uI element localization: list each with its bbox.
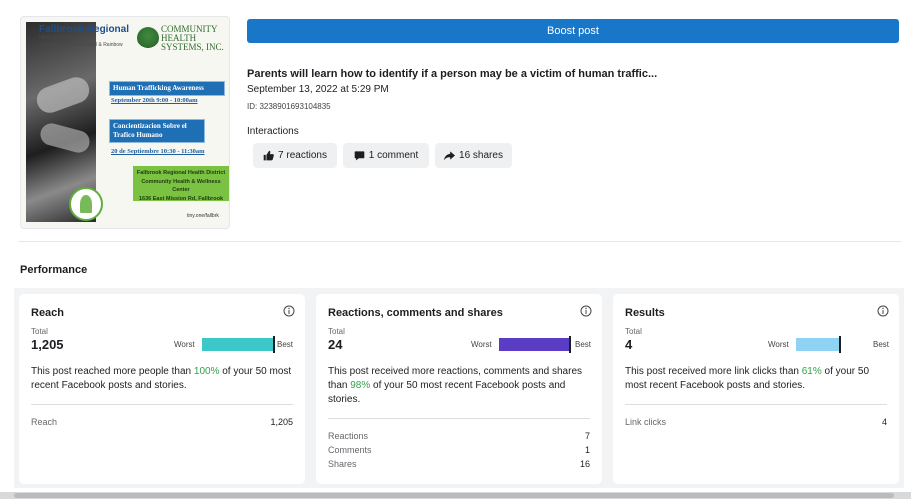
tree-icon xyxy=(137,27,159,49)
shares-chip[interactable]: 16 shares xyxy=(435,143,512,168)
worst-label: Worst xyxy=(471,340,492,349)
total-label: Total xyxy=(625,327,642,336)
card-divider xyxy=(31,404,293,405)
metric-row-reach: Reach 1,205 xyxy=(31,417,293,427)
benchmark-description: This post reached more people than 100% … xyxy=(31,366,292,391)
info-icon[interactable] xyxy=(580,305,592,317)
reach-card: Reach Total 1,205 Worst Best This post r… xyxy=(19,294,305,484)
comments-chip[interactable]: 1 comment xyxy=(343,143,429,168)
post-thumbnail[interactable]: Fallbrook Regional HEALTH DISTRICT Servi… xyxy=(20,16,230,229)
benchmark-marker xyxy=(273,336,275,353)
card-title: Results xyxy=(625,307,665,319)
card-divider xyxy=(328,418,590,419)
interactions-label: Interactions xyxy=(247,126,299,137)
section-divider xyxy=(18,241,901,242)
benchmark-description: This post received more link clicks than… xyxy=(625,366,870,391)
date-en: September 20th 9:00 - 10:00am xyxy=(111,97,198,104)
worst-label: Worst xyxy=(768,340,789,349)
benchmark-bar xyxy=(499,336,571,353)
info-icon[interactable] xyxy=(283,305,295,317)
info-icon[interactable] xyxy=(877,305,889,317)
total-value: 24 xyxy=(328,337,343,352)
post-id: ID: 3238901693104835 xyxy=(247,102,331,111)
benchmark-marker xyxy=(838,336,841,353)
metric-row-shares: Shares 16 xyxy=(328,459,590,469)
metric-row-reactions: Reactions 7 xyxy=(328,431,590,441)
post-insights-page: Fallbrook Regional HEALTH DISTRICT Servi… xyxy=(0,0,911,499)
percent-highlight: 61% xyxy=(801,366,822,377)
metric-row-link-clicks: Link clicks 4 xyxy=(625,417,887,427)
fallbrook-logo: Fallbrook Regional HEALTH DISTRICT Servi… xyxy=(39,24,130,49)
benchmark-bar xyxy=(202,336,275,353)
percent-highlight: 100% xyxy=(193,366,220,377)
benchmark-description: This post received more reactions, comme… xyxy=(328,366,582,405)
flyer-url: tiny.one/fallbrk xyxy=(187,213,219,219)
best-label: Best xyxy=(277,340,294,349)
benchmark-bar-fill xyxy=(202,338,274,351)
benchmark-bar-fill xyxy=(796,338,840,351)
total-value: 4 xyxy=(625,337,633,352)
results-card: Results Total 4 Worst Best This post rec… xyxy=(613,294,899,484)
heading-en: Human Trafficking Awareness xyxy=(109,81,225,96)
total-label: Total xyxy=(31,327,48,336)
thumbs-up-icon xyxy=(263,150,274,161)
heading-es: Concientizacion Sobre el Trafico Humano xyxy=(109,119,205,143)
district-seal-icon xyxy=(69,187,103,221)
share-arrow-icon xyxy=(444,151,456,161)
total-label: Total xyxy=(328,327,345,336)
worst-label: Worst xyxy=(174,340,195,349)
reactions-chip[interactable]: 7 reactions xyxy=(253,143,337,168)
venue-box: Fallbrook Regional Health District Commu… xyxy=(133,166,229,202)
card-divider xyxy=(625,404,887,405)
benchmark-marker xyxy=(568,336,571,353)
comment-icon xyxy=(354,151,365,161)
horizontal-scrollbar[interactable] xyxy=(0,492,911,499)
post-text[interactable]: Parents will learn how to identify if a … xyxy=(247,68,897,80)
boost-post-button[interactable]: Boost post xyxy=(247,19,899,43)
post-date: September 13, 2022 at 5:29 PM xyxy=(247,84,389,95)
chs-logo: COMMUNITY HEALTH SYSTEMS, INC. xyxy=(137,25,225,55)
performance-title: Performance xyxy=(20,264,88,276)
benchmark-bar-fill xyxy=(499,338,570,351)
percent-highlight: 98% xyxy=(350,380,371,391)
engagement-card: Reactions, comments and shares Total 24 … xyxy=(316,294,602,484)
best-label: Best xyxy=(575,340,592,349)
card-title: Reactions, comments and shares xyxy=(328,307,503,319)
best-label: Best xyxy=(873,340,890,349)
total-value: 1,205 xyxy=(31,337,64,352)
scrollbar-thumb[interactable] xyxy=(14,493,894,498)
card-title: Reach xyxy=(31,307,65,319)
date-es: 20 de Septiembre 10:30 - 11:30am xyxy=(111,148,205,155)
metric-row-comments: Comments 1 xyxy=(328,445,590,455)
benchmark-bar xyxy=(796,336,868,353)
